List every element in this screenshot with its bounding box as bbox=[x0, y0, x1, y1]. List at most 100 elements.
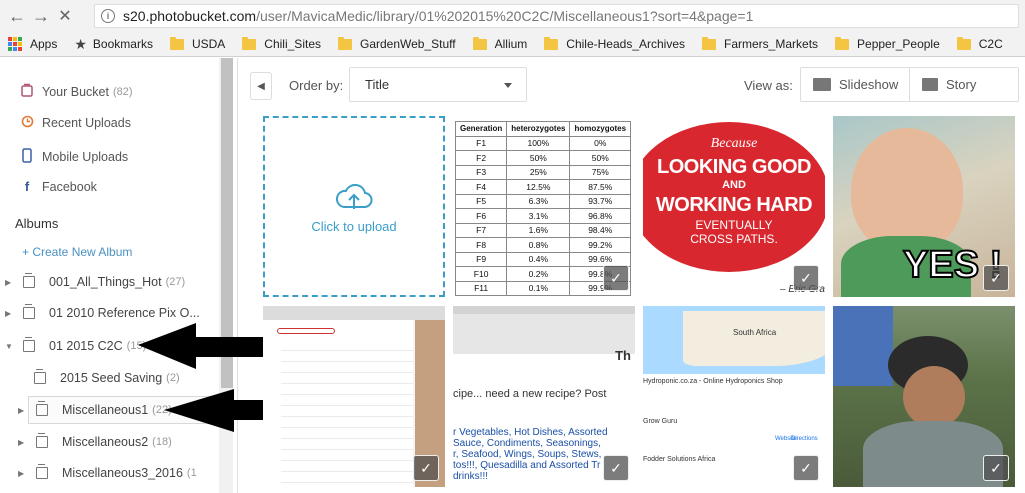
table-cell: heterozygotes bbox=[506, 121, 571, 137]
album-item[interactable]: ▼ 01 2015 C2C (15) bbox=[5, 337, 146, 353]
check-icon[interactable]: ✓ bbox=[793, 265, 819, 291]
star-icon: ★ bbox=[74, 35, 87, 52]
sidebar-item-mobile-uploads[interactable]: Mobile Uploads bbox=[20, 148, 128, 166]
check-icon[interactable]: ✓ bbox=[413, 455, 439, 481]
recipe-header-bar bbox=[453, 306, 635, 314]
expand-arrow-icon[interactable]: ▶ bbox=[18, 469, 26, 478]
check-icon[interactable]: ✓ bbox=[603, 265, 629, 291]
cloud-upload-icon bbox=[335, 183, 373, 209]
photo-tile-success-kid[interactable]: YES ! ✓ bbox=[833, 116, 1015, 297]
bookmark-usda[interactable]: USDA bbox=[169, 36, 225, 51]
collapse-arrow-icon[interactable]: ▼ bbox=[5, 342, 13, 351]
face-shape bbox=[903, 366, 965, 428]
expand-arrow-icon[interactable]: ▶ bbox=[18, 438, 26, 447]
photo-tile-outdoor-portrait[interactable]: ✓ bbox=[833, 306, 1015, 487]
slideshow-button[interactable]: Slideshow bbox=[801, 68, 909, 101]
bookmark-bookmarks[interactable]: ★ Bookmarks bbox=[74, 36, 153, 53]
album-item[interactable]: ▶ 01 2010 Reference Pix O... bbox=[5, 304, 200, 320]
order-by-select[interactable]: Title bbox=[349, 67, 527, 102]
album-item[interactable]: ▶ 001_All_Things_Hot (27) bbox=[5, 273, 185, 289]
bookmark-chili-sites[interactable]: Chili_Sites bbox=[242, 36, 321, 51]
check-icon[interactable]: ✓ bbox=[983, 265, 1009, 291]
table-cell: F11 bbox=[454, 280, 508, 296]
album-item[interactable]: ▶ Miscellaneous2 (18) bbox=[18, 433, 172, 449]
meme-line: EVENTUALLY bbox=[695, 218, 773, 232]
album-icon bbox=[36, 433, 48, 448]
check-icon[interactable]: ✓ bbox=[793, 455, 819, 481]
check-icon[interactable]: ✓ bbox=[983, 455, 1009, 481]
table-cell: F10 bbox=[454, 266, 508, 282]
folder-icon bbox=[169, 36, 184, 50]
photo-tile-genetics-table[interactable]: Generation heterozygotes homozygotes F1 100%… bbox=[453, 116, 635, 297]
recipe-line: drinks!!! bbox=[453, 471, 489, 482]
phone-icon bbox=[20, 148, 34, 166]
facebook-icon: f bbox=[24, 179, 30, 194]
table-cell: 0.8% bbox=[506, 237, 571, 253]
photo-tile-meme[interactable]: Because LOOKING GOOD AND WORKING HARD EV… bbox=[643, 116, 825, 297]
table-cell: 93.7% bbox=[569, 193, 632, 209]
table-row: F4 12.5% 87.5% bbox=[454, 179, 632, 195]
apps-grid-icon bbox=[8, 37, 22, 51]
table-cell: 0.4% bbox=[506, 251, 571, 267]
table-cell: 1.6% bbox=[506, 222, 571, 238]
url-path: /user/MavicaMedic/library/01%202015%20C2… bbox=[256, 8, 754, 24]
story-button[interactable]: Story bbox=[909, 68, 1018, 101]
back-arrow-icon[interactable]: ← bbox=[6, 5, 28, 27]
sidebar-item-facebook[interactable]: f Facebook bbox=[20, 179, 97, 194]
recipe-heading: Th bbox=[615, 348, 631, 363]
table-row: Generation heterozygotes homozygotes bbox=[454, 121, 632, 137]
sidebar-item-your-bucket[interactable]: Your Bucket (82) bbox=[20, 83, 133, 100]
table-row: F2 50% 50% bbox=[454, 150, 632, 166]
table-cell: F4 bbox=[454, 179, 508, 195]
table-cell: F9 bbox=[454, 251, 508, 267]
info-icon[interactable]: i bbox=[101, 9, 115, 23]
album-item[interactable]: ▶ Miscellaneous3_2016 (1 bbox=[18, 464, 197, 480]
photo-tile-recipe[interactable]: Th cipe... need a new recipe? Post r Veg… bbox=[453, 306, 635, 487]
album-item-selected[interactable]: ▶ Miscellaneous1 (22) bbox=[18, 401, 172, 417]
bookmark-farmers-markets[interactable]: Farmers_Markets bbox=[702, 36, 818, 51]
album-icon bbox=[34, 369, 46, 384]
table-cell: 0.1% bbox=[506, 280, 571, 296]
photo-tile-screenshot[interactable]: ✓ bbox=[263, 306, 445, 487]
map-water: South Africa bbox=[643, 306, 825, 374]
table-cell: 12.5% bbox=[506, 179, 571, 195]
bookmark-gardenweb[interactable]: GardenWeb_Stuff bbox=[338, 36, 456, 51]
upload-tile[interactable]: Click to upload bbox=[263, 116, 445, 297]
expand-arrow-icon[interactable]: ▶ bbox=[18, 406, 26, 415]
table-cell: 99.2% bbox=[569, 237, 632, 253]
check-icon[interactable]: ✓ bbox=[603, 455, 629, 481]
meme-line: WORKING HARD bbox=[655, 194, 813, 216]
table-cell: F1 bbox=[454, 135, 508, 151]
table-cell: homozygotes bbox=[569, 121, 632, 137]
bookmark-apps[interactable]: Apps bbox=[8, 37, 57, 51]
table-row: F5 6.3% 93.7% bbox=[454, 193, 632, 209]
forward-arrow-icon[interactable]: → bbox=[30, 5, 52, 27]
bookmark-allium[interactable]: Allium bbox=[472, 36, 527, 51]
folder-icon bbox=[242, 36, 257, 50]
folder-icon bbox=[338, 36, 352, 50]
recipe-line: r Vegetables, Hot Dishes, Assorted bbox=[453, 427, 608, 438]
recipe-banner bbox=[453, 314, 635, 354]
album-icon bbox=[36, 401, 48, 416]
bookmark-c2c[interactable]: C2C bbox=[956, 36, 1003, 51]
bookmark-chile-heads[interactable]: Chile-Heads_Archives bbox=[544, 36, 685, 51]
expand-arrow-icon[interactable]: ▶ bbox=[5, 309, 13, 318]
create-album-link[interactable]: + Create New Album bbox=[22, 245, 132, 259]
photo-tile-map[interactable]: South Africa Hydroponic.co.za - Online H… bbox=[643, 306, 825, 487]
sidebar-item-recent-uploads[interactable]: Recent Uploads bbox=[20, 115, 131, 131]
recipe-line: r, Seafood, Wings, Soups, Stews, bbox=[453, 449, 602, 460]
stop-loading-icon[interactable]: ✕ bbox=[54, 5, 76, 27]
slideshow-icon bbox=[813, 78, 831, 91]
bucket-icon bbox=[20, 83, 34, 100]
address-bar[interactable]: i s20.photobucket.com/user/MavicaMedic/l… bbox=[94, 4, 1019, 28]
bookmark-pepper-people[interactable]: Pepper_People bbox=[835, 36, 940, 51]
table-cell: 100% bbox=[506, 135, 571, 151]
table-row: F6 3.1% 96.8% bbox=[454, 208, 632, 224]
table-cell: 50% bbox=[506, 150, 571, 166]
table-row: F3 25% 75% bbox=[454, 164, 632, 180]
album-item[interactable]: 2015 Seed Saving (2) bbox=[34, 369, 180, 385]
blue-figure-shape bbox=[833, 306, 893, 386]
view-as-label: View as: bbox=[744, 78, 793, 93]
collapse-sidebar-button[interactable]: ◀ bbox=[250, 72, 272, 100]
expand-arrow-icon[interactable]: ▶ bbox=[5, 278, 13, 287]
